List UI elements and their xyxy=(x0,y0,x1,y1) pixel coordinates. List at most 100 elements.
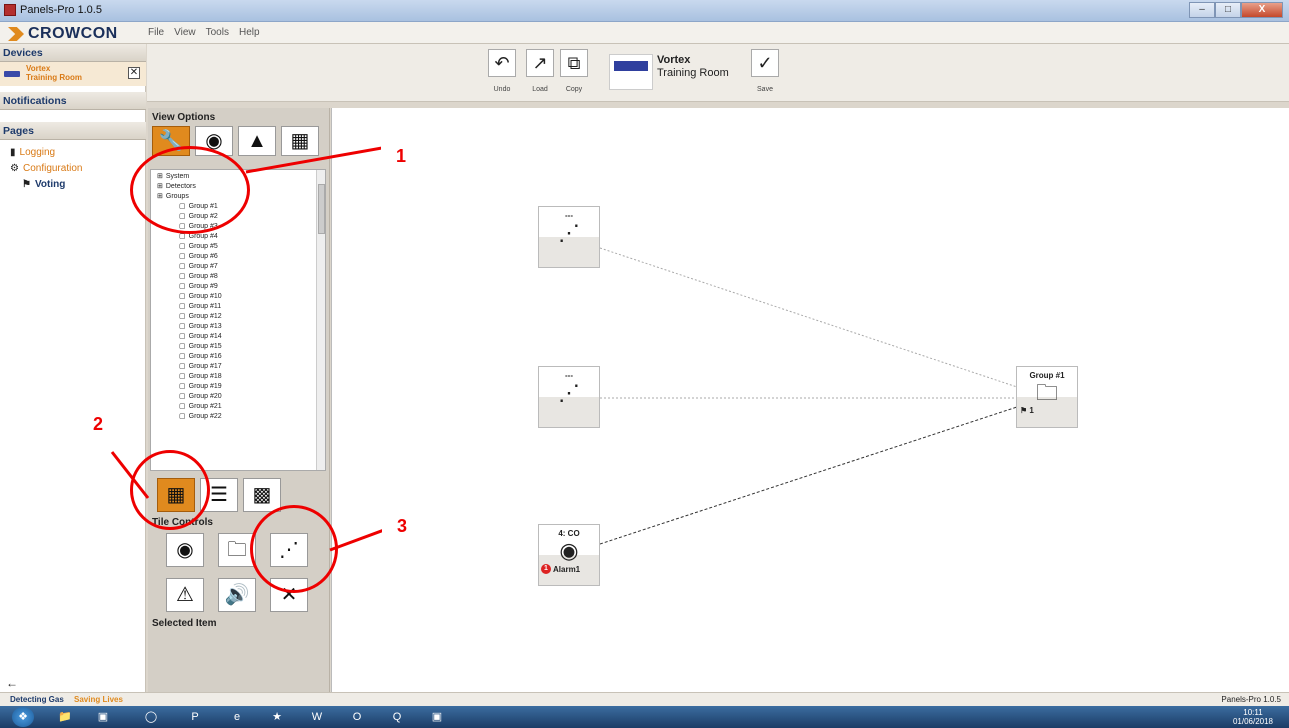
tree-group-item[interactable]: ▢ Group #14 xyxy=(153,332,325,342)
annotation-label-1: 1 xyxy=(381,136,421,176)
device-item[interactable]: Vortex Training Room ✕ xyxy=(0,62,146,86)
group-node[interactable]: Group #1 🗀 ⚑ 1 xyxy=(1016,366,1078,428)
app-icon-4[interactable]: Q xyxy=(382,707,412,727)
logo-chevron-icon xyxy=(8,27,24,41)
annotation-label-3: 3 xyxy=(382,506,422,546)
tile-tree-button[interactable]: ▩ xyxy=(243,478,281,512)
tree-group-item[interactable]: ▢ Group #4 xyxy=(153,232,325,242)
word-icon[interactable]: W xyxy=(302,707,332,727)
app-icon-3[interactable]: ★ xyxy=(262,707,292,727)
add-sounder-button[interactable]: 🔊 xyxy=(218,578,256,612)
folder-icon: ▢ xyxy=(179,263,186,270)
tree-group-item[interactable]: ▢ Group #20 xyxy=(153,392,325,402)
tree-group-item[interactable]: ▢ Group #8 xyxy=(153,272,325,282)
back-arrow-icon[interactable]: ← xyxy=(6,676,18,690)
page-configuration[interactable]: ⚙ Configuration xyxy=(0,160,145,176)
annotation-circle-2 xyxy=(130,450,210,530)
page-logging[interactable]: ▮ Logging xyxy=(0,144,145,160)
undo-label: Undo xyxy=(493,86,511,93)
page-voting[interactable]: ⚑ Voting xyxy=(0,176,145,192)
tree-group-item[interactable]: ▢ Group #15 xyxy=(153,342,325,352)
explorer-icon[interactable]: 📁 xyxy=(50,707,80,727)
copy-icon[interactable]: ⧉ xyxy=(560,49,588,77)
toolbar-device-location: Training Room xyxy=(657,67,729,79)
voting-canvas[interactable]: --- ⋰ --- ⋰ 4: CO ◉ 1 Alarm1 Group #1 🗀 … xyxy=(331,108,1289,692)
voting-node-2[interactable]: --- ⋰ xyxy=(538,366,600,428)
tree-group-item[interactable]: ▢ Group #5 xyxy=(153,242,325,252)
tree-group-item[interactable]: ▢ Group #16 xyxy=(153,352,325,362)
tree-group-item[interactable]: ▢ Group #21 xyxy=(153,402,325,412)
ie-icon[interactable]: e xyxy=(222,707,252,727)
tree-group-item[interactable]: ▢ Group #10 xyxy=(153,292,325,302)
folder-icon: ▢ xyxy=(179,273,186,280)
tree-group-item[interactable]: ▢ Group #18 xyxy=(153,372,325,382)
outlook-icon[interactable]: O xyxy=(342,707,372,727)
tree-group-item[interactable]: ▢ Group #9 xyxy=(153,282,325,292)
alarm-badge: 1 xyxy=(541,564,551,574)
notifications-header[interactable]: Notifications xyxy=(0,92,146,110)
tree-group-item[interactable]: ▢ Group #19 xyxy=(153,382,325,392)
folder-icon: ▢ xyxy=(179,283,186,290)
tree-scroll-thumb[interactable] xyxy=(318,184,325,234)
menu-file[interactable]: File xyxy=(148,27,164,38)
add-detector-button[interactable]: ◉ xyxy=(166,533,204,567)
menu-bar: CROWCON File View Tools Help xyxy=(0,22,1289,44)
detector-node[interactable]: 4: CO ◉ 1 Alarm1 xyxy=(538,524,600,586)
devices-header[interactable]: Devices xyxy=(0,44,146,62)
save-icon[interactable]: ✓ xyxy=(751,49,779,77)
folder-icon: ▢ xyxy=(179,403,186,410)
menu-help[interactable]: Help xyxy=(239,27,260,38)
tree-scrollbar[interactable] xyxy=(316,170,325,470)
undo-icon[interactable]: ↶ xyxy=(488,49,516,77)
chrome-icon[interactable]: ◯ xyxy=(136,707,166,727)
connection-line xyxy=(599,247,1021,389)
copy-label: Copy xyxy=(565,86,583,93)
load-label: Load xyxy=(532,86,548,93)
folder-icon: ▢ xyxy=(179,363,186,370)
menu-view[interactable]: View xyxy=(174,27,196,38)
app-icon-2[interactable]: ▣ xyxy=(88,707,118,727)
device-close-icon[interactable]: ✕ xyxy=(128,67,140,79)
load-icon[interactable]: ↗ xyxy=(526,49,554,77)
connection-lines xyxy=(599,247,1021,545)
minimize-button[interactable]: – xyxy=(1189,2,1215,18)
folder-icon: ▢ xyxy=(179,373,186,380)
maximize-button[interactable]: □ xyxy=(1215,2,1241,18)
panels-pro-task-icon[interactable]: ▣ xyxy=(422,707,452,727)
window-controls: – □ X xyxy=(1189,2,1283,18)
tagline-a: Detecting Gas xyxy=(10,695,64,704)
left-panel: Devices Vortex Training Room ✕ Notificati… xyxy=(0,44,146,692)
group-flag-count: ⚑ 1 xyxy=(1020,406,1034,415)
add-alarm-button[interactable]: ⚠ xyxy=(166,578,204,612)
flask-icon[interactable]: ▲ xyxy=(238,126,276,156)
folder-icon: ▢ xyxy=(179,353,186,360)
tree-group-item[interactable]: ▢ Group #7 xyxy=(153,262,325,272)
tree-group-item[interactable]: ▢ Group #13 xyxy=(153,322,325,332)
grid-check-icon[interactable]: ▦ xyxy=(281,126,319,156)
pages-header[interactable]: Pages xyxy=(0,122,146,140)
menu-items: File View Tools Help xyxy=(148,27,260,38)
voting-node-1[interactable]: --- ⋰ xyxy=(538,206,600,268)
tree-group-item[interactable]: ▢ Group #11 xyxy=(153,302,325,312)
annotation-circle-1 xyxy=(130,146,250,234)
annotation-label-2: 2 xyxy=(78,404,118,444)
project-icon[interactable]: P xyxy=(180,707,210,727)
folder-icon: ▢ xyxy=(179,313,186,320)
selected-item-label: Selected Item xyxy=(152,618,217,629)
status-bar: Detecting Gas Saving Lives Panels-Pro 1.… xyxy=(0,692,1289,706)
menu-tools[interactable]: Tools xyxy=(206,27,229,38)
title-bar: Panels-Pro 1.0.5 – □ X xyxy=(0,0,1289,22)
logo-text: CROWCON xyxy=(28,25,118,42)
tree-group-item[interactable]: ▢ Group #6 xyxy=(153,252,325,262)
device-thumbnail-icon xyxy=(4,71,20,77)
folder-icon: ▢ xyxy=(179,243,186,250)
detector-icon: ◉ xyxy=(559,538,579,563)
clock: 10:11 01/06/2018 xyxy=(1232,708,1273,726)
tree-group-item[interactable]: ▢ Group #22 xyxy=(153,412,325,422)
crowcon-logo: CROWCON xyxy=(8,25,118,43)
start-icon[interactable]: ❖ xyxy=(12,707,34,727)
tree-group-item[interactable]: ▢ Group #12 xyxy=(153,312,325,322)
close-window-button[interactable]: X xyxy=(1241,2,1283,18)
device-name: Vortex Training Room xyxy=(26,64,82,82)
tree-group-item[interactable]: ▢ Group #17 xyxy=(153,362,325,372)
